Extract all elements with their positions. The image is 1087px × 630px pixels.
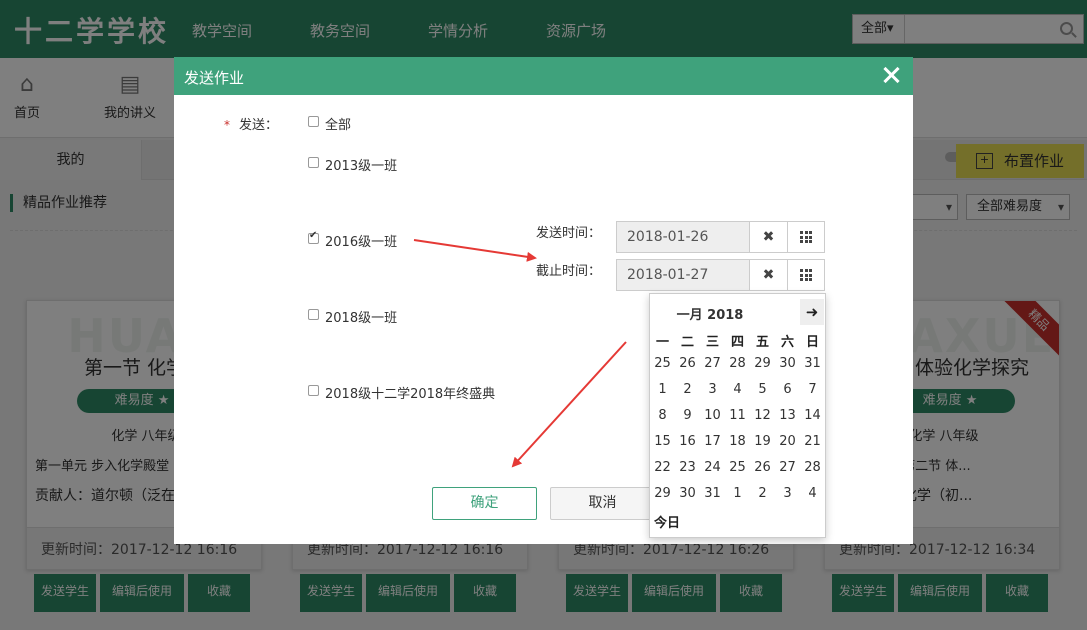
calendar-day[interactable]: 28 (800, 455, 825, 481)
calendar-day[interactable]: 29 (750, 351, 775, 377)
calendar-day[interactable]: 9 (675, 403, 700, 429)
calendar-day[interactable]: 8 (650, 403, 675, 429)
weekday-header: 日 (805, 335, 819, 350)
next-month-icon[interactable]: ➜ (800, 299, 824, 325)
calendar-day[interactable]: 19 (750, 429, 775, 455)
calendar-day[interactable]: 27 (700, 351, 725, 377)
dialog-title: 发送作业 (184, 69, 245, 87)
class-option-label: 2018级十二学2018年终盛典 (325, 387, 496, 402)
calendar-day[interactable]: 22 (650, 455, 675, 481)
class-option-label: 2018级一班 (325, 311, 398, 326)
calendar-day[interactable]: 28 (725, 351, 750, 377)
calendar-day[interactable]: 4 (800, 481, 825, 507)
calendar-day[interactable]: 24 (700, 455, 725, 481)
calendar-day[interactable]: 7 (800, 377, 825, 403)
calendar-day[interactable]: 3 (700, 377, 725, 403)
close-icon[interactable] (881, 65, 901, 85)
calendar-day[interactable]: 17 (700, 429, 725, 455)
weekday-header: 二 (680, 335, 694, 350)
deadline-label: 截止时间： (536, 264, 602, 279)
calendar-day[interactable]: 18 (725, 429, 750, 455)
checkbox[interactable] (308, 157, 319, 168)
class-option-label: 2013级一班 (325, 159, 398, 174)
checkbox[interactable] (308, 116, 319, 127)
calendar-grid-icon (800, 269, 812, 281)
class-option-label: 全部 (325, 118, 352, 133)
weekday-header: 六 (780, 335, 794, 350)
cancel-button[interactable]: 取消 (550, 487, 655, 520)
calendar-grid-icon (800, 231, 812, 243)
deadline-calendar-button[interactable] (788, 260, 824, 290)
date-picker-month[interactable]: 一月 2018 (650, 304, 770, 323)
calendar-day[interactable]: 25 (725, 455, 750, 481)
clear-send-time-button[interactable]: ✖ (750, 222, 788, 252)
deadline-input[interactable]: 2018-01-27 (617, 260, 750, 290)
checkbox[interactable] (308, 309, 319, 320)
calendar-day[interactable]: 11 (725, 403, 750, 429)
confirm-button[interactable]: 确定 (432, 487, 537, 520)
calendar-day[interactable]: 23 (675, 455, 700, 481)
weekday-header: 五 (755, 335, 769, 350)
required-mark: * (224, 118, 230, 132)
weekday-header: 四 (730, 335, 744, 350)
calendar-day[interactable]: 26 (750, 455, 775, 481)
calendar-day[interactable]: 30 (675, 481, 700, 507)
weekday-header: 三 (705, 335, 719, 350)
send-time-label: 发送时间： (536, 226, 602, 241)
calendar-day[interactable]: 16 (675, 429, 700, 455)
send-time-calendar-button[interactable] (788, 222, 824, 252)
calendar-day[interactable]: 5 (750, 377, 775, 403)
checkbox[interactable] (308, 385, 319, 396)
calendar-day[interactable]: 15 (650, 429, 675, 455)
calendar-day[interactable]: 31 (800, 351, 825, 377)
send-time-picker: 2018-01-26 10:00 ✖ (616, 221, 825, 275)
calendar-day[interactable]: 2 (750, 481, 775, 507)
send-label: 发送： (239, 118, 279, 133)
dialog-header: 发送作业 (174, 57, 913, 95)
calendar-day[interactable]: 13 (775, 403, 800, 429)
calendar-day[interactable]: 1 (725, 481, 750, 507)
calendar-day[interactable]: 27 (775, 455, 800, 481)
calendar-day[interactable]: 1 (650, 377, 675, 403)
calendar-day[interactable]: 3 (775, 481, 800, 507)
class-option-label: 2016级一班 (325, 235, 398, 250)
calendar-day[interactable]: 21 (800, 429, 825, 455)
checkbox-checked[interactable] (308, 230, 319, 244)
calendar-day[interactable]: 6 (775, 377, 800, 403)
calendar-day[interactable]: 29 (650, 481, 675, 507)
calendar-day[interactable]: 31 (700, 481, 725, 507)
calendar-day[interactable]: 4 (725, 377, 750, 403)
clear-deadline-button[interactable]: ✖ (750, 260, 788, 290)
today-button[interactable]: 今日 (654, 512, 680, 531)
calendar-day[interactable]: 30 (775, 351, 800, 377)
calendar-day[interactable]: 26 (675, 351, 700, 377)
weekday-header: 一 (655, 335, 669, 350)
calendar-day[interactable]: 20 (775, 429, 800, 455)
date-picker-popup: 一月 2018 ➜ 今日 一二三四五六日 25 26 27 28 29 30 31 1 2 3 4 5 6… (649, 293, 826, 538)
calendar-day[interactable]: 2 (675, 377, 700, 403)
calendar-day[interactable]: 12 (750, 403, 775, 429)
calendar-day[interactable]: 10 (700, 403, 725, 429)
calendar-day[interactable]: 14 (800, 403, 825, 429)
send-time-input[interactable]: 2018-01-26 10:00 (617, 222, 750, 275)
calendar-day[interactable]: 25 (650, 351, 675, 377)
deadline-picker: 2018-01-27 ✖ (616, 259, 825, 291)
